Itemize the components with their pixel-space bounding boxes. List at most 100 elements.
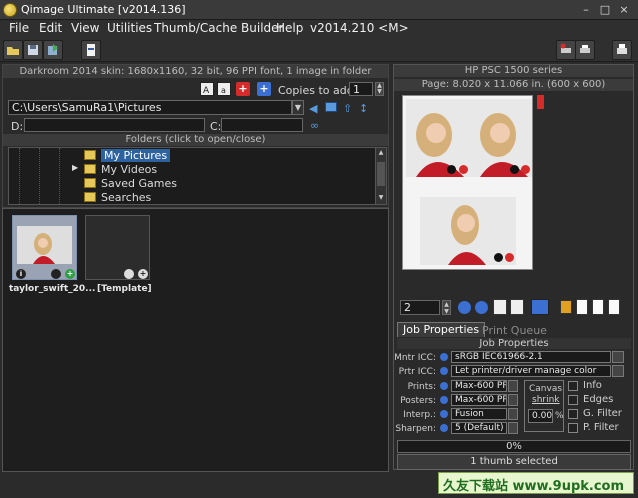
expand-arrow-icon[interactable]: ▶ — [72, 163, 78, 172]
p-filter-checkbox[interactable] — [568, 423, 578, 433]
sort-icon[interactable]: ↕ — [359, 102, 368, 115]
thumbnail-template[interactable]: + — [85, 215, 150, 280]
back-arrow-icon[interactable]: ◀ — [309, 102, 317, 115]
posters-info-icon[interactable] — [440, 396, 448, 404]
next-page-icon[interactable] — [475, 301, 488, 314]
font-small-icon[interactable]: a — [217, 82, 231, 96]
scroll-down-icon[interactable]: ▼ — [377, 194, 385, 202]
menu-icon[interactable] — [124, 269, 134, 279]
page-preview[interactable] — [402, 95, 533, 270]
path-combo[interactable]: C:\Users\SamuRa1\Pictures — [8, 100, 292, 115]
drive-d-input[interactable] — [24, 118, 205, 132]
preview-photo[interactable] — [406, 99, 471, 177]
menu-utilities[interactable]: Utilities — [107, 21, 152, 35]
add-to-page-icon[interactable]: + — [138, 269, 148, 279]
close-button[interactable]: × — [615, 2, 633, 17]
info-checkbox[interactable] — [568, 381, 578, 391]
prints-select[interactable]: Max-600 PPI — [451, 380, 507, 392]
path-dropdown-icon[interactable]: ▼ — [292, 100, 304, 115]
grid-view-icon[interactable] — [325, 102, 337, 112]
page-setup-icon[interactable] — [81, 40, 101, 60]
copies-spinner[interactable]: ▲ ▼ — [375, 82, 384, 96]
folders-header[interactable]: Folders (click to open/close) — [3, 134, 388, 146]
folder-item-my-videos[interactable]: My Videos — [84, 163, 157, 177]
save-icon[interactable] — [23, 40, 43, 60]
sharpen-select[interactable]: 5 (Default) — [451, 422, 507, 434]
printer-name[interactable]: HP PSC 1500 series — [394, 65, 633, 77]
drive-d-label: D: — [11, 120, 24, 133]
menu-icon[interactable] — [51, 269, 61, 279]
photo-menu-icon[interactable] — [510, 165, 519, 174]
folder-item-my-pictures[interactable]: My Pictures — [84, 149, 171, 163]
folder-tree[interactable]: My Pictures ▶ My Videos Saved Games Sear… — [8, 147, 387, 205]
minimize-button[interactable]: – — [577, 2, 595, 17]
menu-edit[interactable]: Edit — [39, 21, 62, 35]
prev-page-icon[interactable] — [458, 301, 471, 314]
add-plus-icon[interactable]: + — [236, 82, 250, 96]
export-icon[interactable] — [43, 40, 63, 60]
prtr-icc-select[interactable]: Let printer/driver manage color — [451, 365, 611, 377]
interp-info-icon[interactable] — [440, 410, 448, 418]
mntr-icc-select[interactable]: sRGB IEC61966-2.1 — [451, 351, 611, 363]
grid-layout-icon[interactable] — [531, 299, 549, 315]
folder-item-saved-games[interactable]: Saved Games — [84, 177, 177, 191]
copies-input[interactable]: 1 — [349, 82, 373, 96]
photo-remove-icon[interactable] — [521, 165, 530, 174]
print-icon[interactable] — [575, 40, 595, 60]
edges-checkbox[interactable] — [568, 395, 578, 405]
binoculars-icon[interactable]: ∞ — [310, 119, 319, 132]
preview-photo[interactable] — [420, 197, 516, 265]
prtr-icc-info-icon[interactable] — [440, 367, 448, 375]
photo-remove-icon[interactable] — [459, 165, 468, 174]
sharpen-info-icon[interactable] — [440, 424, 448, 432]
drive-c-input[interactable] — [221, 118, 303, 132]
preview-photo[interactable] — [470, 99, 532, 177]
photo-remove-icon[interactable] — [505, 253, 514, 262]
up-folder-icon[interactable]: ⇧ — [343, 102, 352, 115]
list-view-icon[interactable] — [493, 299, 507, 315]
posters-select[interactable]: Max-600 PPI — [451, 394, 507, 406]
print-now-icon[interactable] — [612, 40, 632, 60]
photo-menu-icon[interactable] — [447, 165, 456, 174]
prints-dropdown-icon[interactable] — [508, 380, 518, 392]
printer-settings-icon[interactable] — [556, 40, 576, 60]
prints-info-icon[interactable] — [440, 382, 448, 390]
add-to-page-icon[interactable]: + — [65, 269, 75, 279]
add-blue-icon[interactable]: + — [257, 82, 271, 96]
posters-dropdown-icon[interactable] — [508, 394, 518, 406]
g-filter-checkbox[interactable] — [568, 409, 578, 419]
scroll-up-icon[interactable]: ▲ — [377, 149, 385, 157]
menu-view[interactable]: View — [71, 21, 99, 35]
open-folder-icon[interactable] — [3, 40, 23, 60]
interp-dropdown-icon[interactable] — [508, 408, 518, 420]
lock-icon[interactable] — [560, 300, 572, 314]
font-size-icon[interactable]: A — [200, 82, 214, 96]
mntr-icc-dropdown-icon[interactable] — [612, 351, 624, 363]
page-icon[interactable] — [576, 299, 588, 315]
scroll-thumb[interactable] — [377, 162, 385, 186]
page-export-icon[interactable] — [608, 299, 620, 315]
photo-menu-icon[interactable] — [494, 253, 503, 262]
menu-thumb-cache-builder[interactable]: Thumb/Cache Builder — [154, 21, 283, 35]
tab-print-queue[interactable]: Print Queue — [482, 324, 547, 337]
prtr-icc-dropdown-icon[interactable] — [612, 365, 624, 377]
page-copy-icon[interactable] — [592, 299, 604, 315]
info-icon[interactable]: i — [16, 269, 26, 279]
menu-version[interactable]: v2014.210 <M> — [310, 21, 409, 35]
mntr-icc-info-icon[interactable] — [440, 353, 448, 361]
shrink-input[interactable]: 0.00 — [528, 409, 553, 423]
folder-scrollbar[interactable]: ▲ ▼ — [375, 148, 386, 204]
restore-button[interactable]: □ — [596, 2, 614, 17]
window-title: Qimage Ultimate [v2014.136] — [21, 3, 186, 16]
folder-item-searches[interactable]: Searches — [84, 191, 151, 205]
thumbnail-taylor-swift[interactable]: i + — [12, 215, 77, 280]
page-number-input[interactable]: 2 — [400, 300, 440, 315]
detail-view-icon[interactable] — [510, 299, 524, 315]
thumbnail-area[interactable]: i + taylor_swift_20... + [Template] — [2, 208, 389, 472]
menu-help[interactable]: Help — [276, 21, 303, 35]
page-spinner[interactable]: ▲ ▼ — [442, 300, 451, 315]
menu-file[interactable]: File — [9, 21, 29, 35]
tab-job-properties[interactable]: Job Properties — [397, 322, 486, 337]
interp-select[interactable]: Fusion — [451, 408, 507, 420]
sharpen-dropdown-icon[interactable] — [508, 422, 518, 434]
